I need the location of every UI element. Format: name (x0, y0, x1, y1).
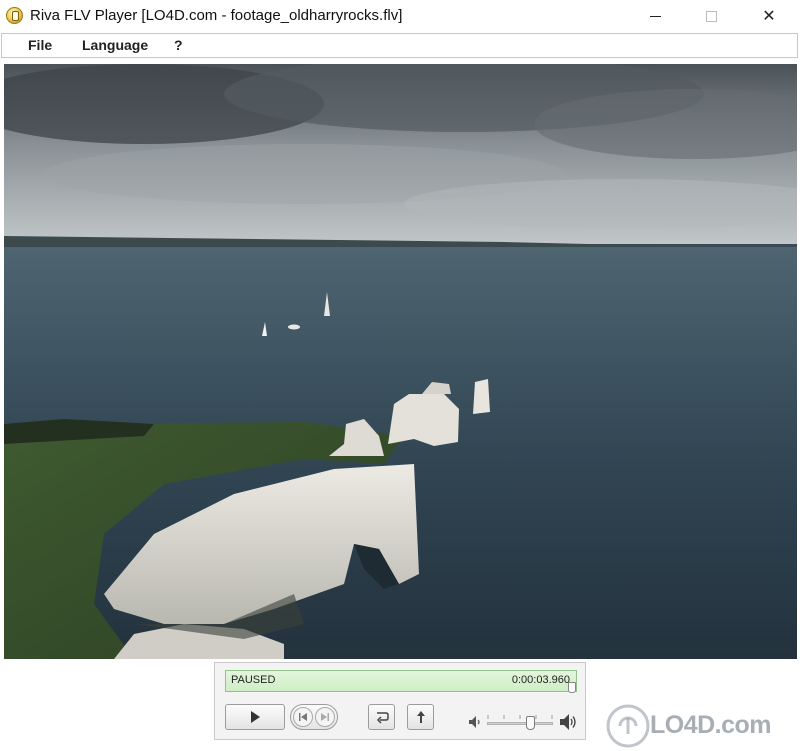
play-icon (251, 711, 260, 723)
seek-bar[interactable]: PAUSED 0:00:03.960 (225, 670, 577, 692)
skip-forward-icon (321, 713, 329, 721)
skip-back-icon (299, 713, 307, 721)
maximize-button[interactable] (688, 0, 734, 32)
video-frame[interactable] (4, 64, 797, 659)
volume-slider[interactable] (487, 722, 553, 725)
speaker-high-icon[interactable] (559, 713, 577, 731)
play-button[interactable] (225, 704, 285, 730)
eject-button[interactable] (407, 704, 434, 730)
minimize-button[interactable] (632, 0, 678, 32)
player-controls: PAUSED 0:00:03.960 (214, 662, 586, 740)
maximize-icon (705, 10, 717, 22)
title-bar: Riva FLV Player [LO4D.com - footage_oldh… (0, 0, 800, 32)
app-icon (6, 7, 23, 24)
volume-thumb[interactable] (526, 716, 536, 730)
close-button[interactable]: ✕ (746, 0, 792, 32)
skip-button-group (290, 704, 338, 730)
seek-handle[interactable] (568, 682, 576, 693)
menu-file[interactable]: File (28, 37, 52, 53)
menu-bar: File Language ? (1, 33, 798, 58)
next-button[interactable] (315, 707, 335, 727)
loop-icon (376, 712, 389, 724)
minimize-icon (649, 15, 661, 17)
speaker-low-icon[interactable] (468, 715, 482, 729)
video-image (4, 64, 797, 659)
menu-help[interactable]: ? (174, 37, 183, 53)
close-icon: ✕ (762, 8, 776, 25)
loop-button[interactable] (368, 704, 395, 730)
menu-language[interactable]: Language (82, 37, 148, 53)
window-title: Riva FLV Player [LO4D.com - footage_oldh… (30, 7, 403, 24)
volume-ticks (487, 715, 553, 719)
eject-icon (416, 711, 425, 723)
watermark-text: LO4D.com (650, 711, 772, 739)
previous-button[interactable] (293, 707, 313, 727)
playback-status: PAUSED (231, 674, 276, 686)
playback-time: 0:00:03.960 (511, 674, 570, 686)
